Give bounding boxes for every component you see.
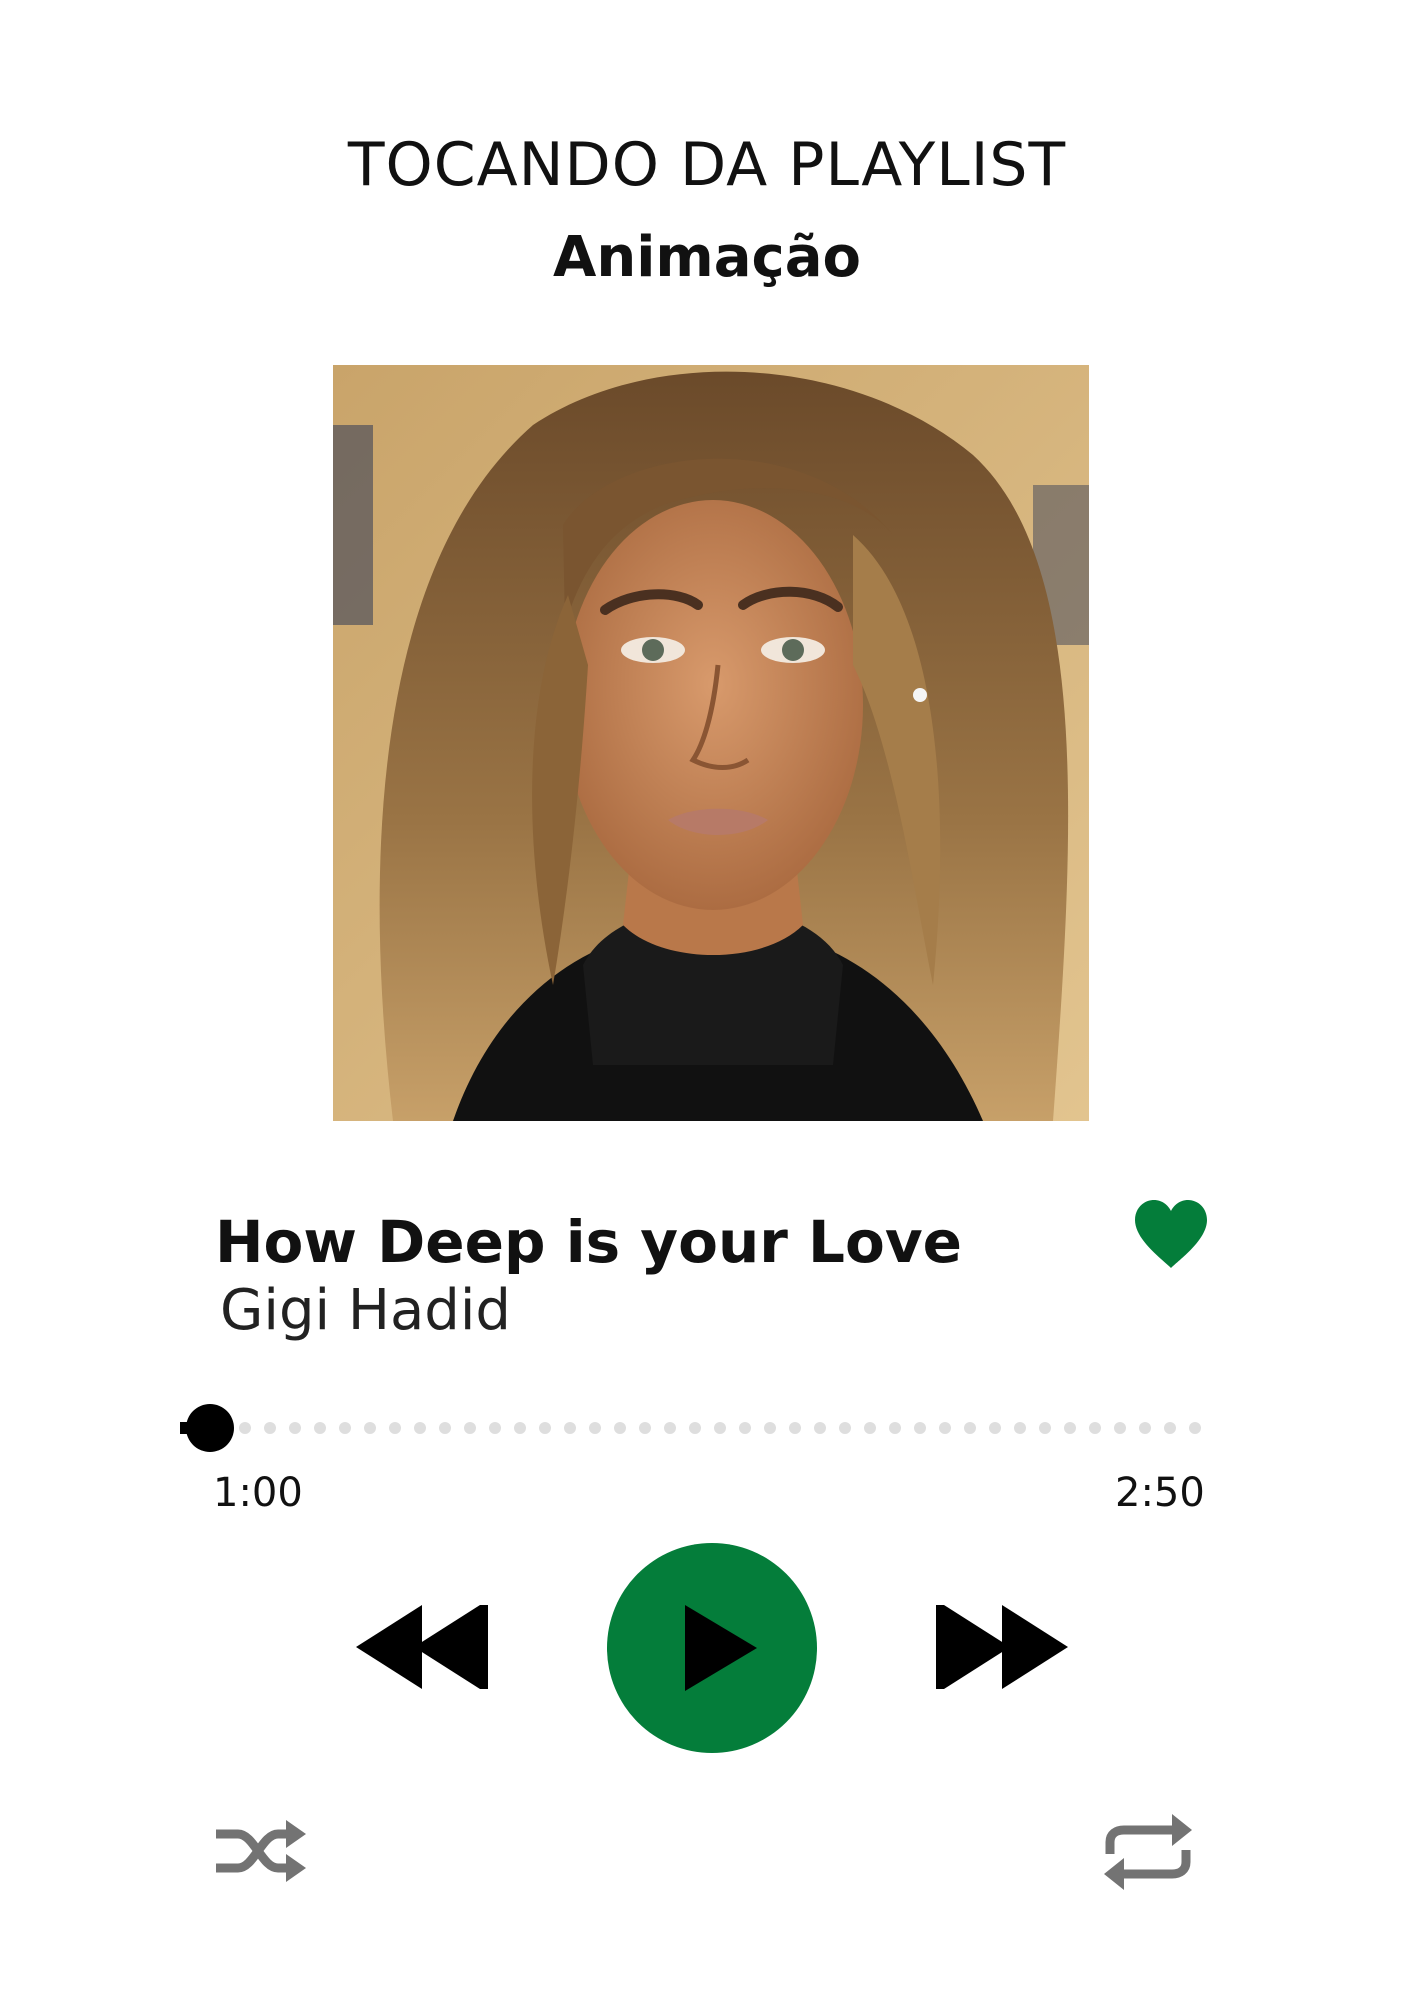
rewind-button[interactable] (356, 1605, 488, 1689)
progress-track-dot (1139, 1422, 1151, 1434)
progress-track-dot (1164, 1422, 1176, 1434)
total-time: 2:50 (1115, 1470, 1205, 1516)
progress-track-dot (964, 1422, 976, 1434)
progress-track-dot (689, 1422, 701, 1434)
progress-track-dot (764, 1422, 776, 1434)
progress-track-dot (539, 1422, 551, 1434)
progress-track-dot (1089, 1422, 1101, 1434)
progress-knob[interactable] (186, 1404, 234, 1452)
playlist-label: TOCANDO DA PLAYLIST (347, 130, 1067, 200)
progress-track-dot (639, 1422, 651, 1434)
album-cover (333, 365, 1089, 1121)
progress-track-dot (664, 1422, 676, 1434)
like-button[interactable] (1133, 1200, 1209, 1270)
progress-track-dot (814, 1422, 826, 1434)
progress-track-dot (864, 1422, 876, 1434)
progress-track-dot (289, 1422, 301, 1434)
progress-track-dot (339, 1422, 351, 1434)
current-time: 1:00 (213, 1470, 303, 1516)
progress-track-dot (239, 1422, 251, 1434)
progress-track-dot (589, 1422, 601, 1434)
progress-track-dot (364, 1422, 376, 1434)
progress-track-dot (1014, 1422, 1026, 1434)
track-title: How Deep is your Love (215, 1208, 962, 1276)
progress-track-dot (789, 1422, 801, 1434)
progress-track-dot (714, 1422, 726, 1434)
progress-track-dot (939, 1422, 951, 1434)
progress-track-dot (989, 1422, 1001, 1434)
playlist-name: Animação (553, 225, 861, 290)
progress-track-dot (264, 1422, 276, 1434)
progress-track-dot (1039, 1422, 1051, 1434)
shuffle-button[interactable] (212, 1808, 308, 1894)
fast-forward-button[interactable] (936, 1605, 1068, 1689)
progress-track-dot (1114, 1422, 1126, 1434)
progress-track-dot (489, 1422, 501, 1434)
progress-track-dot (389, 1422, 401, 1434)
progress-track-dot (514, 1422, 526, 1434)
progress-track-dot (414, 1422, 426, 1434)
play-button[interactable] (607, 1543, 817, 1753)
progress-track-dot (464, 1422, 476, 1434)
progress-track-dot (739, 1422, 751, 1434)
progress-track-dot (614, 1422, 626, 1434)
repeat-button[interactable] (1100, 1810, 1196, 1894)
progress-track-dot (914, 1422, 926, 1434)
progress-track-dot (314, 1422, 326, 1434)
progress-track-dot (1064, 1422, 1076, 1434)
track-artist[interactable]: Gigi Hadid (220, 1278, 511, 1343)
progress-track-dot (839, 1422, 851, 1434)
progress-track-dot (564, 1422, 576, 1434)
shuffle-icon (216, 1820, 306, 1882)
rewind-icon (356, 1605, 488, 1689)
play-icon (607, 1543, 817, 1753)
fast-forward-icon (936, 1605, 1068, 1689)
heart-icon (1135, 1200, 1207, 1268)
progress-track-dot (439, 1422, 451, 1434)
repeat-icon (1104, 1814, 1192, 1890)
progress-track-dot (1189, 1422, 1201, 1434)
progress-track-dot (889, 1422, 901, 1434)
progress-bar[interactable] (180, 1398, 1210, 1458)
